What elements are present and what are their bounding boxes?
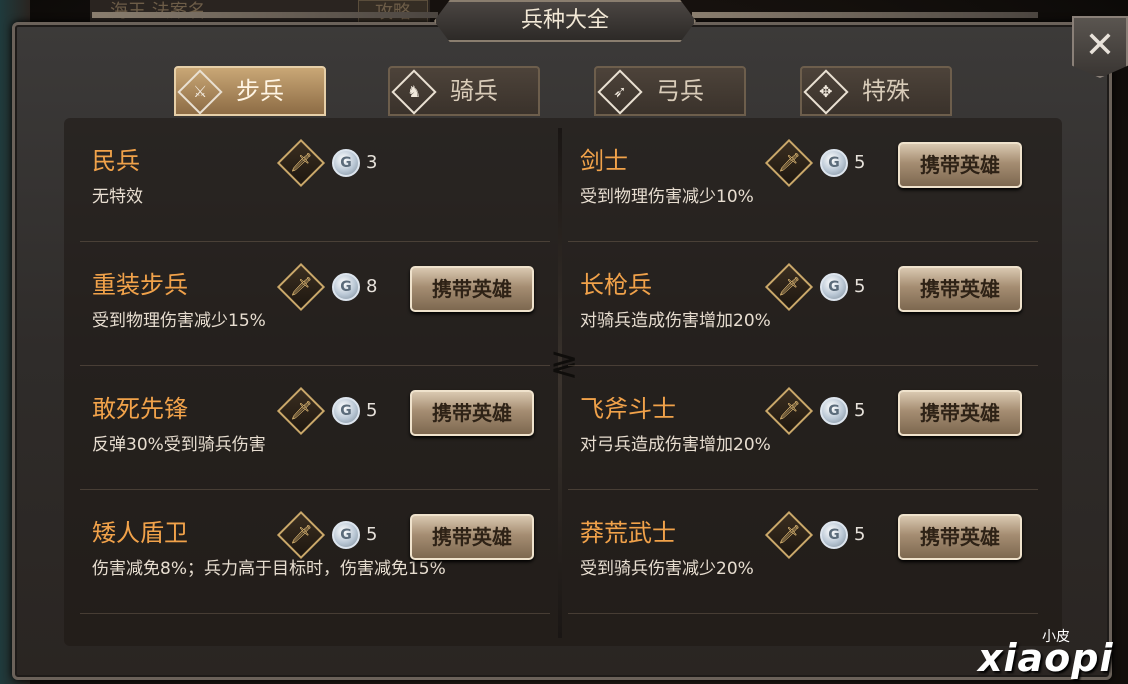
unit-description: 对弓兵造成伤害增加20% bbox=[580, 435, 771, 455]
tab-label: 特殊 bbox=[862, 77, 910, 105]
unit-row-wild-warrior: 莽荒武士 受到骑兵伤害减少20% 🗡 G 5 携带英雄 bbox=[568, 490, 1038, 614]
infantry-type-icon: 🗡 bbox=[276, 262, 326, 312]
infantry-type-icon: 🗡 bbox=[764, 138, 814, 188]
unit-cost: 8 bbox=[366, 276, 378, 297]
unit-name: 敢死先锋 bbox=[92, 395, 188, 423]
unit-cost: 5 bbox=[854, 152, 866, 173]
carry-hero-button[interactable]: 携带英雄 bbox=[410, 514, 534, 560]
carry-hero-button[interactable]: 携带英雄 bbox=[410, 266, 534, 312]
tab-archer[interactable]: ➶ 弓兵 bbox=[594, 66, 746, 116]
unit-name: 重装步兵 bbox=[92, 271, 188, 299]
cross-dots-icon: ✥ bbox=[803, 69, 849, 115]
watermark-logo-text: xiaopi bbox=[978, 636, 1114, 680]
unit-row-heavy-infantry: 重装步兵 受到物理伤害减少15% 🗡 G 8 携带英雄 bbox=[80, 242, 550, 366]
carry-hero-button[interactable]: 携带英雄 bbox=[898, 390, 1022, 436]
unit-name: 民兵 bbox=[92, 147, 140, 175]
site-watermark: 小皮 xiaopi bbox=[968, 620, 1128, 684]
unit-row-vanguard: 敢死先锋 反弹30%受到骑兵伤害 🗡 G 5 携带英雄 bbox=[80, 366, 550, 490]
unit-category-tabs: ⚔ 步兵 ♞ 骑兵 ➶ 弓兵 ✥ 特殊 bbox=[174, 66, 974, 120]
unit-cost: 5 bbox=[366, 400, 378, 421]
carry-hero-button[interactable]: 携带英雄 bbox=[898, 142, 1022, 188]
title-plate: 兵种大全 bbox=[434, 0, 696, 42]
divider-notch: ≷ bbox=[550, 344, 579, 384]
tab-label: 弓兵 bbox=[656, 77, 704, 105]
unit-name: 剑士 bbox=[580, 147, 628, 175]
title-wing-right bbox=[692, 12, 1038, 18]
infantry-type-icon: 🗡 bbox=[764, 510, 814, 560]
infantry-type-icon: 🗡 bbox=[276, 510, 326, 560]
carry-hero-button[interactable]: 携带英雄 bbox=[898, 514, 1022, 560]
page-title: 兵种大全 bbox=[520, 8, 609, 33]
coin-icon: G bbox=[332, 521, 360, 549]
unit-cost: 5 bbox=[854, 524, 866, 545]
tab-infantry[interactable]: ⚔ 步兵 bbox=[174, 66, 326, 116]
unit-column-left: 民兵 无特效 🗡 G 3 重装步兵 受到物理伤害减少15% 🗡 G 8 携带英雄… bbox=[80, 118, 550, 646]
coin-icon: G bbox=[332, 397, 360, 425]
unit-list-area: ≷ 民兵 无特效 🗡 G 3 重装步兵 受到物理伤害减少15% 🗡 G 8 携带… bbox=[64, 118, 1062, 646]
infantry-type-icon: 🗡 bbox=[764, 262, 814, 312]
tab-special[interactable]: ✥ 特殊 bbox=[800, 66, 952, 116]
unit-name: 长枪兵 bbox=[580, 271, 652, 299]
unit-row-pikeman: 长枪兵 对骑兵造成伤害增加20% 🗡 G 5 携带英雄 bbox=[568, 242, 1038, 366]
coin-icon: G bbox=[820, 273, 848, 301]
unit-description: 受到骑兵伤害减少20% bbox=[580, 559, 754, 579]
unit-column-right: 剑士 受到物理伤害减少10% 🗡 G 5 携带英雄 长枪兵 对骑兵造成伤害增加2… bbox=[568, 118, 1038, 646]
coin-icon: G bbox=[820, 397, 848, 425]
unit-row-dwarf-guard: 矮人盾卫 伤害减免8%；兵力高于目标时，伤害减免15% 🗡 G 5 携带英雄 bbox=[80, 490, 550, 614]
unit-cost: 5 bbox=[366, 524, 378, 545]
unit-description: 伤害减免8%；兵力高于目标时，伤害减免15% bbox=[92, 559, 446, 579]
coin-icon: G bbox=[820, 521, 848, 549]
tab-label: 骑兵 bbox=[450, 77, 498, 105]
unit-description: 对骑兵造成伤害增加20% bbox=[580, 311, 771, 331]
horse-icon: ♞ bbox=[391, 69, 437, 115]
coin-icon: G bbox=[820, 149, 848, 177]
sword-icon: ⚔ bbox=[177, 69, 223, 115]
unit-row-axe-fighter: 飞斧斗士 对弓兵造成伤害增加20% 🗡 G 5 携带英雄 bbox=[568, 366, 1038, 490]
unit-description: 受到物理伤害减少10% bbox=[580, 187, 754, 207]
unit-cost: 3 bbox=[366, 152, 378, 173]
unit-row-militia: 民兵 无特效 🗡 G 3 bbox=[80, 118, 550, 242]
tab-cavalry[interactable]: ♞ 骑兵 bbox=[388, 66, 540, 116]
carry-hero-button[interactable]: 携带英雄 bbox=[898, 266, 1022, 312]
close-button[interactable]: ✕ bbox=[1072, 16, 1128, 78]
unit-cost: 5 bbox=[854, 276, 866, 297]
infantry-type-icon: 🗡 bbox=[276, 386, 326, 436]
unit-row-swordsman: 剑士 受到物理伤害减少10% 🗡 G 5 携带英雄 bbox=[568, 118, 1038, 242]
unit-name: 飞斧斗士 bbox=[580, 395, 676, 423]
bow-icon: ➶ bbox=[597, 69, 643, 115]
title-wing-left bbox=[92, 12, 438, 18]
coin-icon: G bbox=[332, 273, 360, 301]
infantry-type-icon: 🗡 bbox=[764, 386, 814, 436]
unit-name: 矮人盾卫 bbox=[92, 519, 188, 547]
coin-icon: G bbox=[332, 149, 360, 177]
carry-hero-button[interactable]: 携带英雄 bbox=[410, 390, 534, 436]
unit-cost: 5 bbox=[854, 400, 866, 421]
infantry-type-icon: 🗡 bbox=[276, 138, 326, 188]
unit-description: 无特效 bbox=[92, 187, 143, 207]
tab-label: 步兵 bbox=[236, 77, 284, 105]
unit-description: 受到物理伤害减少15% bbox=[92, 311, 266, 331]
unit-description: 反弹30%受到骑兵伤害 bbox=[92, 435, 266, 455]
close-icon: ✕ bbox=[1084, 25, 1116, 66]
unit-name: 莽荒武士 bbox=[580, 519, 676, 547]
